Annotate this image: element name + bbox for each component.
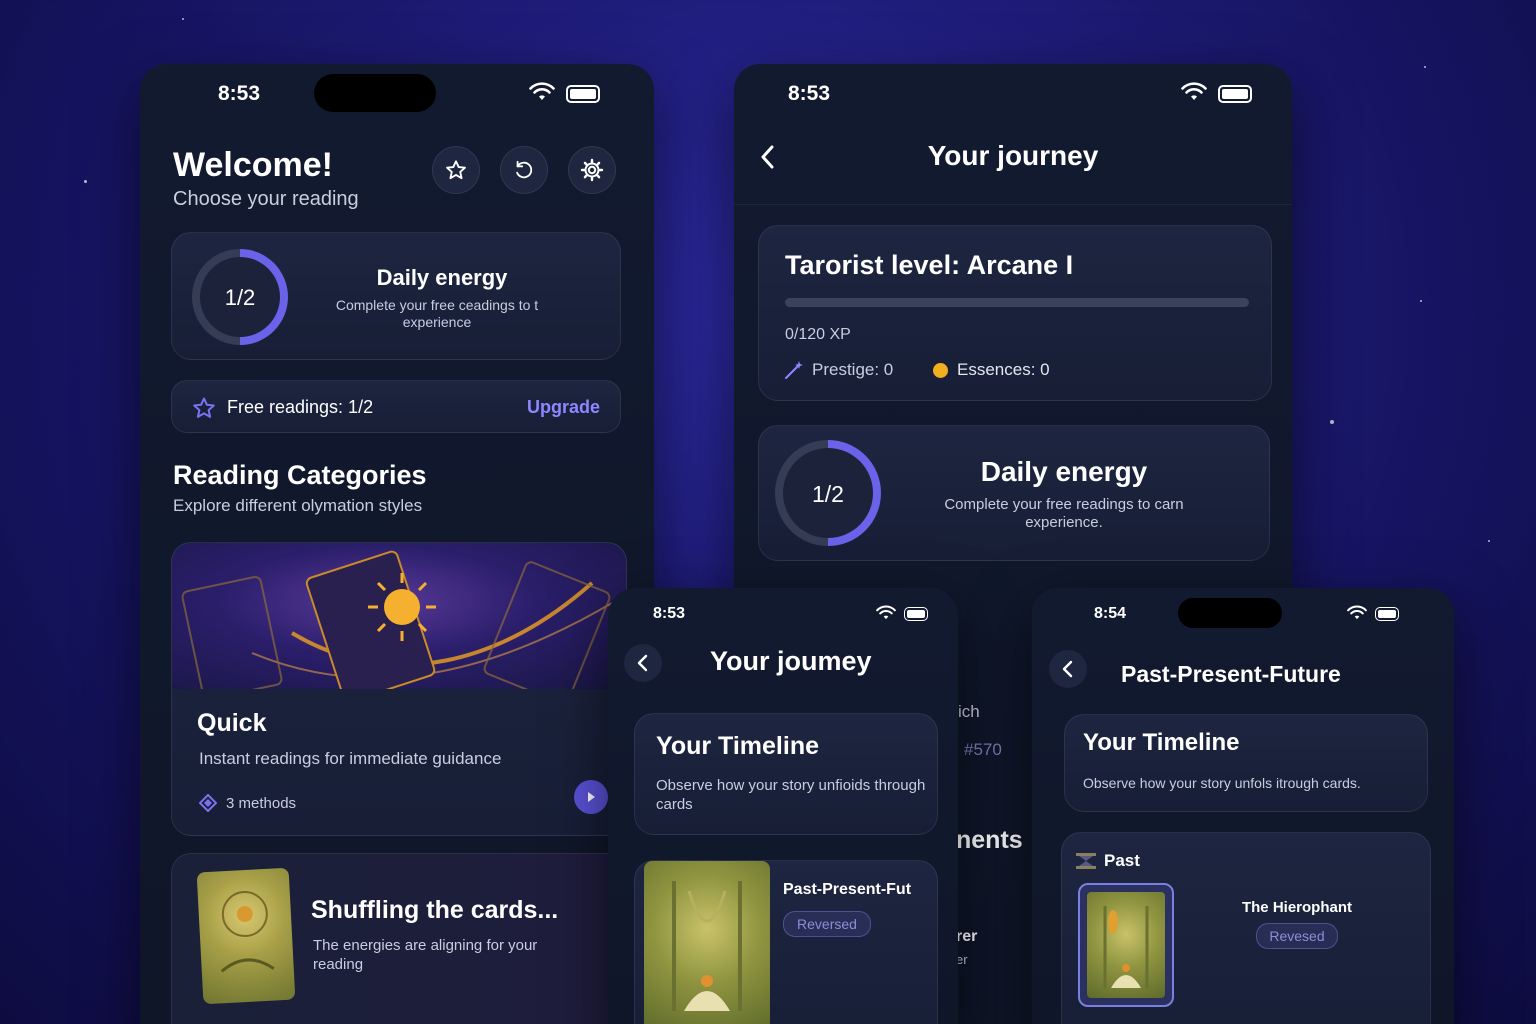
methods-icon [199, 794, 217, 812]
back-button[interactable] [624, 644, 662, 682]
spread-name: Past-Present-Fut [783, 881, 912, 898]
quick-desc: Instant readings for immediate guidance [199, 749, 502, 768]
essences-text: Essences: 0 [957, 360, 1050, 379]
prestige-text: Prestige: 0 [812, 360, 894, 379]
daily-energy-card: 1/2 Daily energy Complete your free cead… [171, 232, 621, 360]
energy-desc: Complete your free readings to carn expe… [944, 496, 1184, 531]
wifi-icon [1347, 605, 1367, 620]
categories-title: Reading Categories [173, 460, 427, 490]
energy-counter: 1/2 [812, 481, 844, 507]
ppf-title: Past-Present-Future [1121, 661, 1341, 687]
status-time: 8:53 [788, 82, 831, 105]
wifi-icon [876, 605, 896, 620]
past-card[interactable]: Past The Hierophant Revesed [1061, 832, 1431, 1024]
back-chevron-icon [637, 654, 648, 672]
dynamic-island [314, 74, 436, 112]
wifi-icon [1181, 82, 1207, 100]
timeline-screen: 8:53 Your joumey Your Timeline Observe h… [608, 588, 958, 1024]
past-label: Past [1104, 851, 1140, 870]
level-card: Tarorist level: Arcane I 0/120 XP Presti… [758, 225, 1272, 401]
tarot-card-image [1087, 892, 1165, 998]
star-icon [446, 160, 466, 180]
energy-progress-ring: 1/2 [192, 249, 288, 345]
card-name: The Hierophant [1241, 899, 1352, 916]
methods-count: 3 methods [226, 795, 297, 812]
status-time: 8:53 [218, 82, 261, 105]
battery-icon [1375, 607, 1399, 621]
xp-progress-bar [785, 298, 1249, 307]
hourglass-icon [1076, 853, 1096, 869]
free-readings-bar: Free readings: 1/2 Upgrade [171, 380, 621, 433]
page-subtitle: Choose your reading [173, 188, 359, 210]
battery-icon [904, 607, 928, 621]
energy-title: Daily energy [980, 456, 1148, 487]
quick-title: Quick [197, 709, 267, 737]
energy-title: Daily energy [376, 265, 508, 290]
history-button[interactable] [500, 146, 548, 194]
quick-open-button[interactable] [574, 780, 608, 814]
peek-text-d: rer [956, 928, 978, 945]
timeline-desc: Observe how your story unfioids through … [656, 777, 926, 813]
coin-icon [933, 363, 948, 378]
card-frame [1078, 883, 1174, 1007]
peek-text-a: ich [958, 702, 980, 721]
energy-progress-ring: 1/2 [775, 440, 881, 546]
reversed-badge: Reversed [783, 911, 871, 937]
upgrade-link[interactable]: Upgrade [527, 397, 600, 418]
reversed-badge: Revesed [1256, 923, 1338, 949]
shuffle-desc: The energies are aligning for your readi… [313, 937, 538, 973]
star-icon [193, 397, 215, 418]
home-screen: 8:53 Welcome! Choose your reading 1/2 Da… [140, 64, 654, 1024]
battery-icon [1218, 85, 1252, 103]
quick-category-card[interactable]: Quick Instant readings for immediate gui… [171, 542, 627, 836]
shuffle-card: Shuffling the cards... The energies are … [171, 853, 631, 1024]
favorites-button[interactable] [432, 146, 480, 194]
back-chevron-icon [1062, 660, 1073, 678]
quick-banner-image [172, 543, 626, 689]
status-time: 8:53 [653, 605, 686, 622]
ppf-screen: 8:54 Past-Present-Future Your Timeline O… [1032, 588, 1454, 1024]
categories-subtitle: Explore different olymation styles [173, 496, 423, 515]
dynamic-island [1178, 598, 1282, 628]
wifi-icon [529, 82, 555, 100]
spread-card[interactable]: Past-Present-Fut Reversed [634, 860, 938, 1024]
status-time: 8:54 [1094, 605, 1127, 622]
wand-icon [785, 361, 803, 379]
journey-title: Your joumey [710, 646, 872, 676]
history-icon [516, 160, 533, 179]
page-title: Welcome! [173, 146, 333, 184]
peek-text-c: nents [956, 826, 1023, 854]
shuffle-title: Shuffling the cards... [311, 896, 559, 924]
journey-title: Your journey [927, 140, 1099, 171]
timeline-card: Your Timeline Observe how your story unf… [1064, 714, 1428, 812]
gear-icon [580, 158, 604, 182]
energy-desc: Complete your free ceadings to t experie… [335, 297, 539, 330]
tarot-card-image [644, 861, 770, 1024]
timeline-card: Your Timeline Observe how your story unf… [634, 713, 938, 835]
free-readings-label: Free readings: 1/2 [227, 397, 374, 417]
settings-button[interactable] [568, 146, 616, 194]
journey-energy-card: 1/2 Daily energy Complete your free read… [758, 425, 1270, 561]
timeline-title: Your Timeline [656, 732, 820, 760]
peek-text-b: #570 [964, 740, 1002, 759]
card-back-image [196, 867, 296, 1005]
level-title: Tarorist level: Arcane I [785, 250, 1074, 280]
play-icon [588, 792, 595, 802]
energy-counter: 1/2 [224, 285, 256, 310]
battery-icon [566, 85, 600, 103]
xp-text: 0/120 XP [785, 326, 851, 343]
timeline-desc: Observe how your story unfols itrough ca… [1083, 775, 1361, 791]
header-divider [734, 204, 1292, 205]
back-button[interactable] [1049, 650, 1087, 688]
timeline-title: Your Timeline [1083, 729, 1240, 756]
